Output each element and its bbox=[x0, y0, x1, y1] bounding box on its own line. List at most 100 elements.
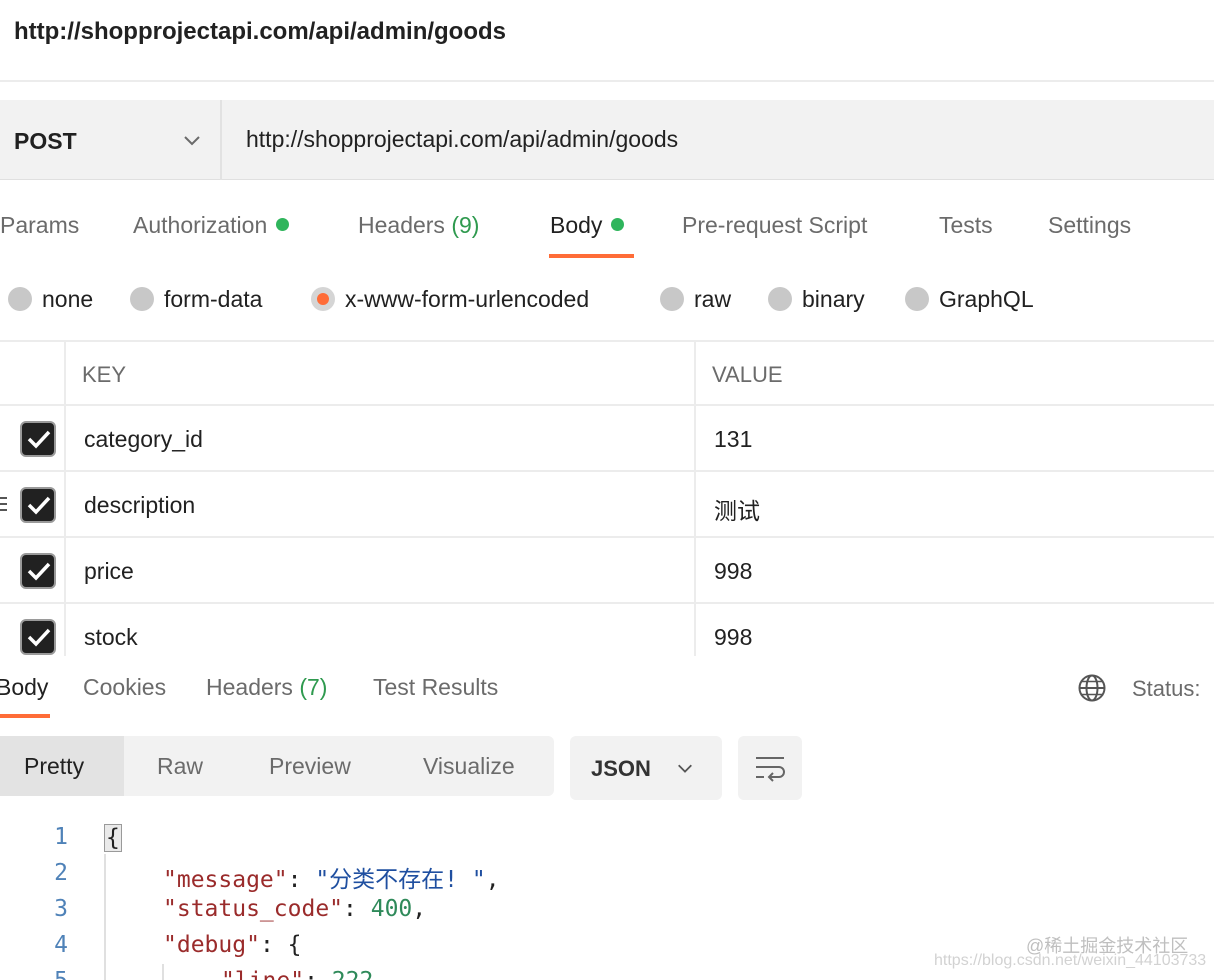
response-tab-headers[interactable]: Headers (7) bbox=[206, 674, 327, 701]
table-row: category_id 131 bbox=[0, 406, 1214, 472]
format-select[interactable]: JSON bbox=[570, 736, 722, 800]
json-string-value: "分类不存在! " bbox=[315, 867, 486, 893]
radio-x-www-form-urlencoded[interactable]: x-www-form-urlencoded bbox=[311, 286, 589, 313]
radio-label: binary bbox=[802, 286, 865, 312]
checkbox-checked-icon[interactable] bbox=[20, 553, 56, 589]
column-divider[interactable] bbox=[694, 340, 696, 656]
matched-brace: { bbox=[104, 824, 122, 852]
line-number: 3 bbox=[54, 896, 68, 922]
globe-icon[interactable] bbox=[1077, 673, 1107, 703]
radio-label: x-www-form-urlencoded bbox=[345, 286, 590, 312]
json-number-value: 222 bbox=[332, 968, 374, 980]
line-number: 2 bbox=[54, 860, 68, 886]
radio-label: form-data bbox=[164, 286, 263, 312]
wrap-lines-icon bbox=[756, 757, 785, 782]
active-tab-indicator bbox=[549, 254, 634, 258]
code-line: "debug": { bbox=[163, 932, 302, 958]
active-tab-indicator bbox=[0, 714, 50, 718]
request-bar: POST http://shopprojectapi.com/api/admin… bbox=[0, 100, 1214, 180]
tab-pre-request-script[interactable]: Pre-request Script bbox=[682, 212, 867, 239]
response-tabs: Body Cookies Headers (7) Test Results St… bbox=[0, 656, 1214, 720]
tab-label: Headers bbox=[206, 674, 293, 700]
view-mode-visualize[interactable]: Visualize bbox=[423, 736, 515, 796]
json-number-value: 400 bbox=[370, 896, 413, 922]
tab-params[interactable]: Params bbox=[0, 212, 79, 239]
request-title[interactable]: http://shopprojectapi.com/api/admin/good… bbox=[14, 18, 506, 46]
json-key: "message" bbox=[163, 867, 288, 893]
row-value[interactable]: 测试 bbox=[714, 492, 760, 526]
table-row: price 998 bbox=[0, 538, 1214, 604]
radio-icon bbox=[768, 287, 792, 311]
radio-icon bbox=[8, 287, 32, 311]
indent-guide bbox=[104, 854, 106, 980]
params-table: KEY VALUE category_id 131 description 测试… bbox=[0, 340, 1214, 656]
tab-label: Settings bbox=[1048, 212, 1132, 238]
tab-settings[interactable]: Settings bbox=[1048, 212, 1131, 239]
view-mode-selector: Pretty Raw Preview Visualize bbox=[0, 736, 554, 796]
view-mode-pretty[interactable]: Pretty bbox=[0, 736, 124, 796]
code-line: "message": "分类不存在! ", bbox=[163, 867, 500, 893]
table-row: stock 998 bbox=[0, 604, 1214, 656]
row-key[interactable]: description bbox=[84, 492, 195, 519]
response-status-label: Status: bbox=[1132, 676, 1201, 701]
response-tab-cookies[interactable]: Cookies bbox=[83, 674, 166, 701]
tab-label: Tests bbox=[939, 212, 993, 238]
view-mode-preview[interactable]: Preview bbox=[269, 736, 351, 796]
code-line: "line": 222 bbox=[221, 968, 373, 980]
radio-form-data[interactable]: form-data bbox=[130, 286, 262, 313]
tab-label: Params bbox=[0, 212, 80, 238]
radio-raw[interactable]: raw bbox=[660, 286, 731, 313]
code-line: { bbox=[104, 824, 122, 852]
radio-binary[interactable]: binary bbox=[768, 286, 865, 313]
radio-none[interactable]: none bbox=[8, 286, 93, 313]
url-input[interactable]: http://shopprojectapi.com/api/admin/good… bbox=[246, 126, 678, 153]
table-row: description 测试 bbox=[0, 472, 1214, 538]
tab-headers[interactable]: Headers (9) bbox=[358, 212, 479, 239]
response-tab-test-results[interactable]: Test Results bbox=[373, 674, 498, 701]
tab-count: (7) bbox=[299, 674, 328, 700]
response-tab-body[interactable]: Body bbox=[0, 674, 48, 701]
indent-guide bbox=[162, 964, 164, 980]
json-key: "debug" bbox=[163, 932, 260, 958]
tab-tests[interactable]: Tests bbox=[939, 212, 993, 239]
row-key[interactable]: stock bbox=[84, 624, 138, 651]
radio-icon bbox=[905, 287, 929, 311]
radio-label: GraphQL bbox=[939, 286, 1034, 312]
tab-body[interactable]: Body bbox=[550, 212, 625, 239]
radio-label: none bbox=[42, 286, 94, 312]
radio-label: raw bbox=[694, 286, 732, 312]
tab-label: Headers bbox=[358, 212, 445, 238]
tab-label: Pre-request Script bbox=[682, 212, 868, 238]
radio-graphql[interactable]: GraphQL bbox=[905, 286, 1034, 313]
view-mode-raw[interactable]: Raw bbox=[157, 736, 203, 796]
checkbox-checked-icon[interactable] bbox=[20, 619, 56, 655]
column-header-value: VALUE bbox=[712, 362, 783, 387]
status-dot bbox=[276, 218, 290, 231]
status-dot bbox=[611, 218, 625, 231]
json-key: "status_code" bbox=[163, 896, 344, 922]
request-tabs: Params Authorization Headers (9) Body Pr… bbox=[0, 200, 1214, 262]
wrap-lines-button[interactable] bbox=[738, 736, 802, 800]
json-key: "line" bbox=[221, 968, 304, 980]
line-number: 1 bbox=[54, 824, 68, 850]
method-label: POST bbox=[14, 128, 77, 154]
row-value[interactable]: 131 bbox=[714, 426, 752, 453]
column-header-key: KEY bbox=[82, 362, 127, 387]
radio-icon bbox=[130, 287, 154, 311]
checkbox-checked-icon[interactable] bbox=[20, 487, 56, 523]
row-key[interactable]: price bbox=[84, 558, 134, 585]
code-line: "status_code": 400, bbox=[163, 896, 427, 922]
format-label: JSON bbox=[591, 756, 651, 781]
tab-label: Body bbox=[550, 212, 603, 238]
radio-icon bbox=[660, 287, 684, 311]
tab-authorization[interactable]: Authorization bbox=[133, 212, 290, 239]
checkbox-checked-icon[interactable] bbox=[20, 421, 56, 457]
row-key[interactable]: category_id bbox=[84, 426, 203, 453]
row-value[interactable]: 998 bbox=[714, 624, 752, 651]
table-header-row: KEY VALUE bbox=[0, 340, 1214, 406]
drag-handle-icon[interactable] bbox=[0, 496, 7, 512]
radio-selected-icon bbox=[311, 287, 335, 311]
chevron-down-icon bbox=[184, 136, 200, 146]
row-value[interactable]: 998 bbox=[714, 558, 752, 585]
method-select[interactable]: POST bbox=[0, 100, 222, 180]
